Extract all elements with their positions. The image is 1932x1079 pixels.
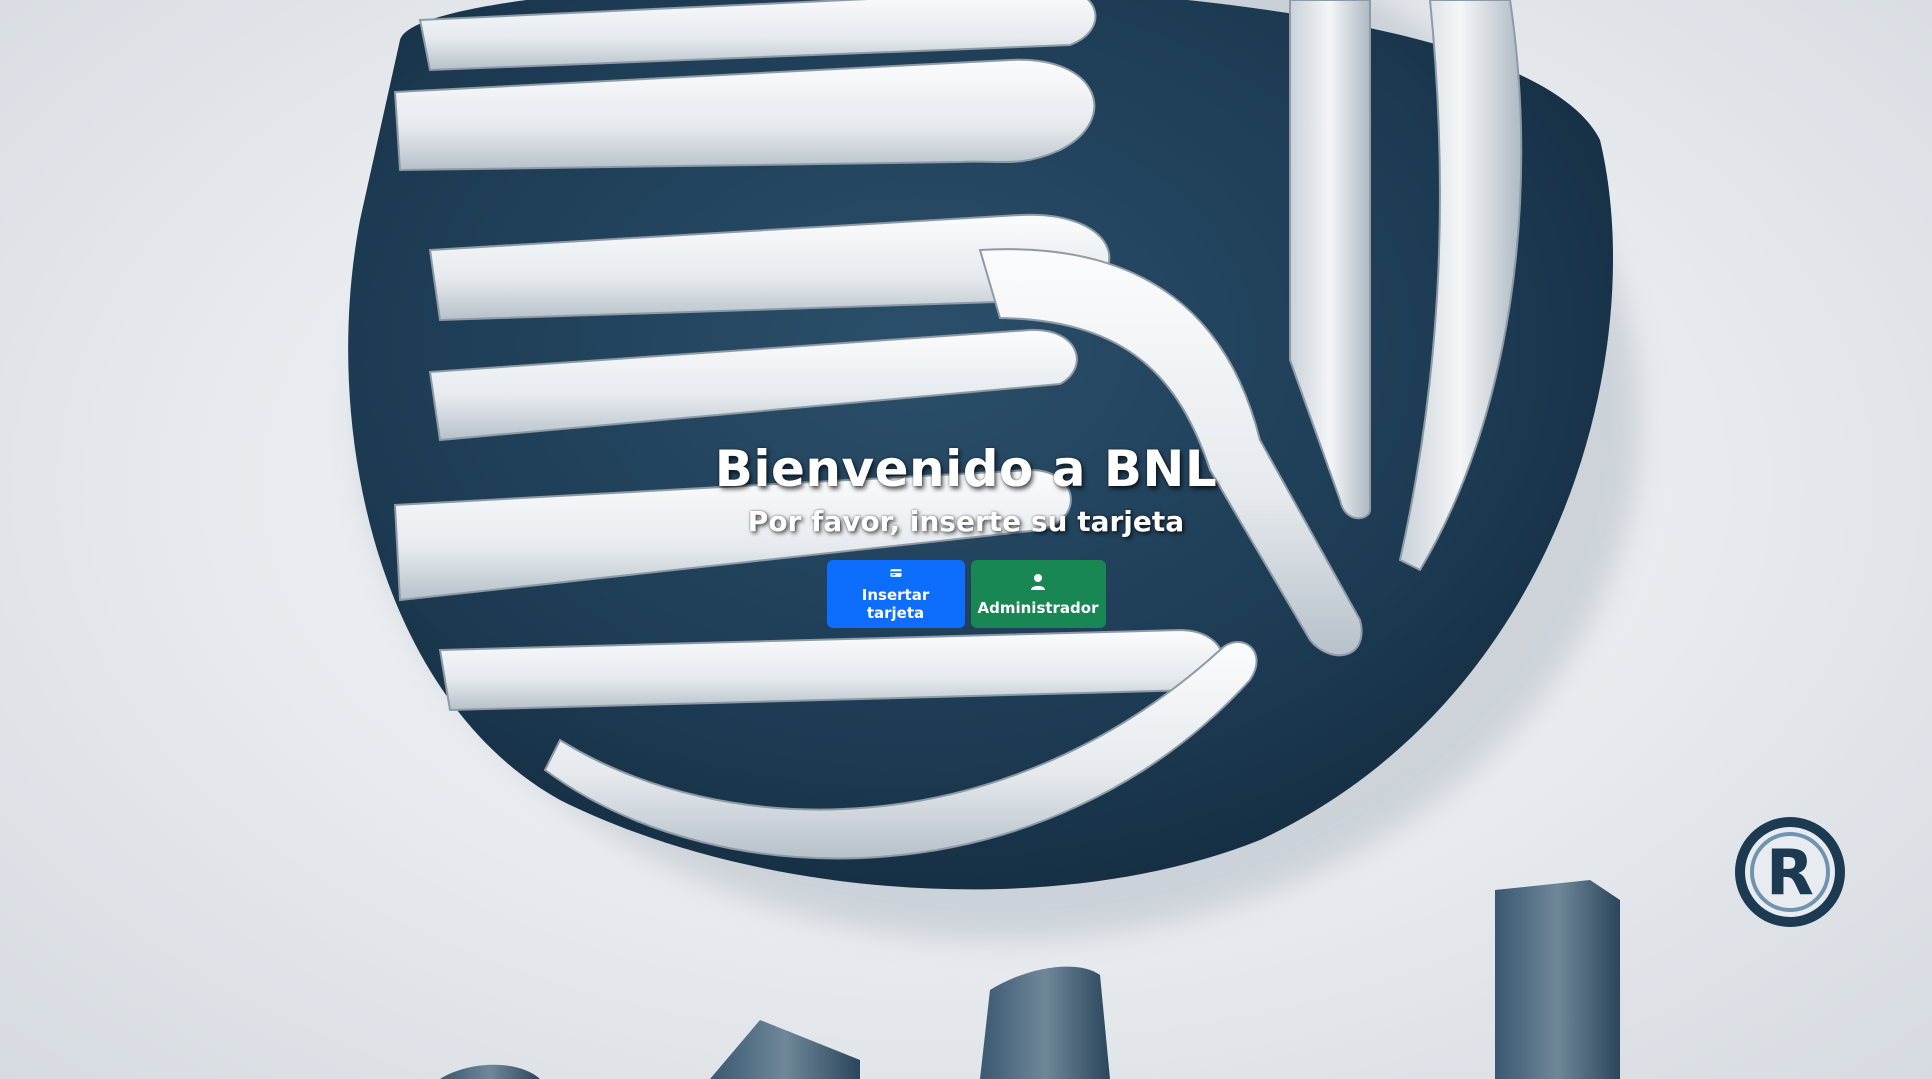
page-title: Bienvenido a BNL: [714, 440, 1218, 498]
action-buttons: Insertar tarjeta Administrador: [0, 560, 1932, 628]
page-subtitle: Por favor, inserte su tarjeta: [747, 505, 1185, 538]
insert-card-label: Insertar tarjeta: [861, 586, 930, 622]
svg-text:R: R: [1766, 836, 1814, 909]
welcome-panel: Bienvenido a BNL Por favor, inserte su t…: [0, 436, 1932, 628]
credit-card-icon: [889, 569, 902, 577]
person-icon: [1031, 574, 1045, 590]
insert-card-button[interactable]: Insertar tarjeta: [826, 560, 965, 628]
admin-button[interactable]: Administrador: [970, 560, 1106, 628]
admin-label: Administrador: [977, 599, 1099, 617]
